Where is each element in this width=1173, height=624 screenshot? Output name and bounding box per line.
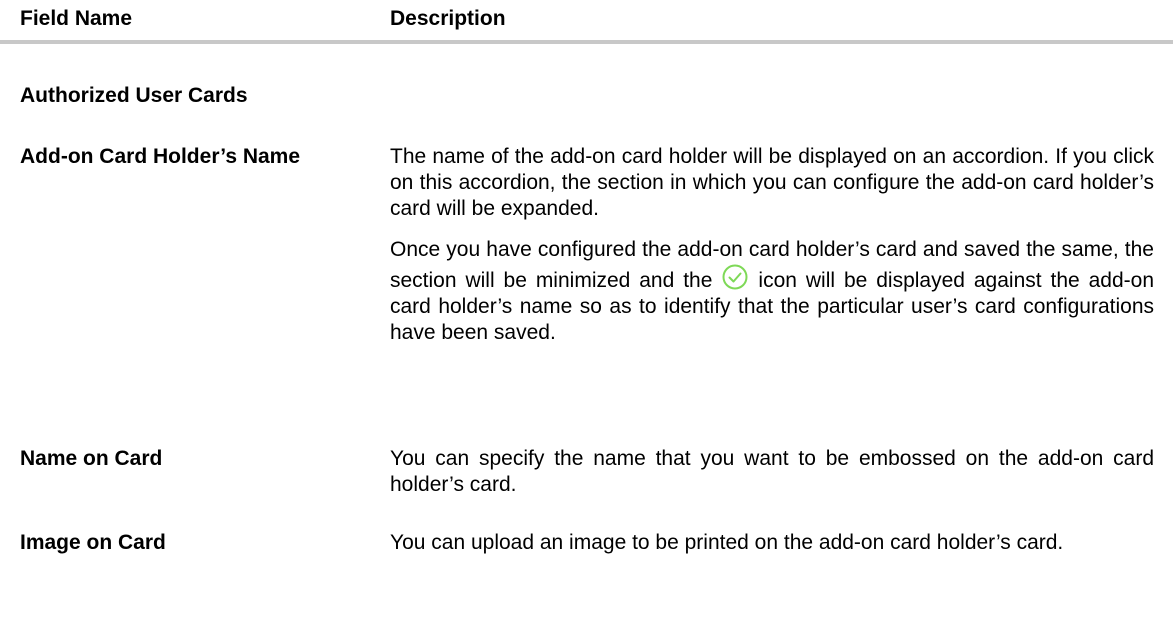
- row-label-image-on-card: Image on Card: [20, 531, 166, 554]
- row-description-name-on-card: You can specify the name that you want t…: [390, 446, 1154, 498]
- description-paragraph: You can specify the name that you want t…: [390, 447, 1154, 496]
- circle-check-icon: [718, 263, 752, 291]
- header-field-name: Field Name: [20, 7, 133, 30]
- description-paragraph: You can upload an image to be printed on…: [390, 531, 1064, 554]
- row-label-name-on-card: Name on Card: [20, 447, 163, 470]
- description-paragraph: The name of the add-on card holder will …: [390, 145, 1154, 220]
- row-description-add-on-card-holder-name: The name of the add-on card holder will …: [390, 144, 1154, 346]
- row-description-image-on-card: You can upload an image to be printed on…: [390, 530, 1154, 556]
- header-description: Description: [390, 7, 506, 30]
- description-paragraph: Once you have configured the add-on card…: [390, 237, 1154, 346]
- document-page: Field Name Description Authorized User C…: [0, 0, 1173, 624]
- section-title: Authorized User Cards: [20, 84, 248, 107]
- row-label-add-on-card-holder-name: Add-on Card Holder’s Name: [20, 145, 301, 168]
- table-header: Field Name Description: [0, 0, 1173, 44]
